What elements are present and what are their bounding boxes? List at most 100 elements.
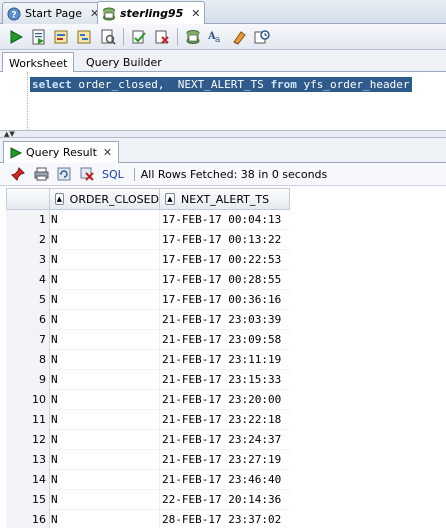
order-closed-cell[interactable]: N (50, 490, 160, 510)
row-number-header (6, 188, 50, 210)
table-row[interactable]: 9 N 21-FEB-17 23:15:33 (6, 370, 290, 390)
run-statement-button[interactable] (6, 27, 26, 47)
next-alert-ts-cell[interactable]: 21-FEB-17 23:22:18 (160, 410, 290, 430)
next-alert-ts-cell[interactable]: 21-FEB-17 23:20:00 (160, 390, 290, 410)
close-icon[interactable]: ✕ (103, 146, 112, 159)
row-number-cell[interactable]: 12 (6, 430, 50, 450)
sort-icon[interactable]: ▲ (55, 193, 64, 205)
table-row[interactable]: 3 N 17-FEB-17 00:22:53 (6, 250, 290, 270)
table-row[interactable]: 4 N 17-FEB-17 00:28:55 (6, 270, 290, 290)
row-number-cell[interactable]: 13 (6, 450, 50, 470)
next-alert-ts-cell[interactable]: 21-FEB-17 23:24:37 (160, 430, 290, 450)
next-alert-ts-cell[interactable]: 17-FEB-17 00:36:16 (160, 290, 290, 310)
refresh-icon[interactable] (54, 164, 74, 184)
tab-worksheet[interactable]: Worksheet (2, 52, 75, 73)
tab-query-builder[interactable]: Query Builder (80, 52, 168, 72)
row-number-cell[interactable]: 4 (6, 270, 50, 290)
order-closed-cell[interactable]: N (50, 370, 160, 390)
table-row[interactable]: 12 N 21-FEB-17 23:24:37 (6, 430, 290, 450)
print-icon[interactable] (31, 164, 51, 184)
view-sql-button[interactable]: SQL (102, 168, 124, 181)
order-closed-cell[interactable]: N (50, 270, 160, 290)
column-header-next-alert-ts[interactable]: ▲ NEXT_ALERT_TS (160, 188, 290, 210)
table-row[interactable]: 15 N 22-FEB-17 20:14:36 (6, 490, 290, 510)
selected-sql-text[interactable]: select order_closed, NEXT_ALERT_TS from … (30, 77, 412, 92)
row-number-cell[interactable]: 15 (6, 490, 50, 510)
commit-button[interactable] (129, 27, 149, 47)
sql-tuning-button[interactable] (98, 27, 118, 47)
cancel-fetch-icon[interactable] (77, 164, 97, 184)
autotrace-button[interactable] (52, 27, 72, 47)
table-row[interactable]: 13 N 21-FEB-17 23:27:19 (6, 450, 290, 470)
order-closed-cell[interactable]: N (50, 430, 160, 450)
next-alert-ts-cell[interactable]: 21-FEB-17 23:11:19 (160, 350, 290, 370)
result-grid: ▲ ORDER_CLOSED ▲ NEXT_ALERT_TS 1 N 17-FEB-… (6, 188, 290, 528)
row-number-cell[interactable]: 6 (6, 310, 50, 330)
table-row[interactable]: 14 N 21-FEB-17 23:46:40 (6, 470, 290, 490)
order-closed-cell[interactable]: N (50, 290, 160, 310)
run-script-button[interactable] (29, 27, 49, 47)
unshared-sql-worksheet-button[interactable] (183, 27, 203, 47)
to-upper-lower-button[interactable]: Aa (206, 27, 226, 47)
order-closed-cell[interactable]: N (50, 310, 160, 330)
column-header-order-closed[interactable]: ▲ ORDER_CLOSED (50, 188, 160, 210)
order-closed-cell[interactable]: N (50, 250, 160, 270)
tab-query-result[interactable]: Query Result ✕ (3, 141, 120, 163)
order-closed-cell[interactable]: N (50, 510, 160, 528)
order-closed-cell[interactable]: N (50, 330, 160, 350)
rollback-button[interactable] (152, 27, 172, 47)
row-number-cell[interactable]: 7 (6, 330, 50, 350)
grid-body: 1 N 17-FEB-17 00:04:13 2 N 17-FEB-17 00:13:22… (6, 210, 290, 528)
order-closed-cell[interactable]: N (50, 410, 160, 430)
next-alert-ts-cell[interactable]: 21-FEB-17 23:03:39 (160, 310, 290, 330)
close-icon[interactable]: ✕ (191, 7, 200, 20)
order-closed-cell[interactable]: N (50, 230, 160, 250)
tab-start-page[interactable]: ? Start Page ✕ (2, 2, 105, 24)
table-row[interactable]: 16 N 28-FEB-17 23:37:02 (6, 510, 290, 528)
sort-icon[interactable]: ▲ (165, 193, 175, 205)
row-number-cell[interactable]: 14 (6, 470, 50, 490)
sql-editor[interactable]: select order_closed, NEXT_ALERT_TS from … (0, 72, 446, 130)
next-alert-ts-cell[interactable]: 21-FEB-17 23:27:19 (160, 450, 290, 470)
row-number-cell[interactable]: 2 (6, 230, 50, 250)
row-number-cell[interactable]: 10 (6, 390, 50, 410)
next-alert-ts-cell[interactable]: 21-FEB-17 23:09:58 (160, 330, 290, 350)
row-number-cell[interactable]: 8 (6, 350, 50, 370)
next-alert-ts-cell[interactable]: 17-FEB-17 00:28:55 (160, 270, 290, 290)
table-row[interactable]: 10 N 21-FEB-17 23:20:00 (6, 390, 290, 410)
order-closed-cell[interactable]: N (50, 390, 160, 410)
next-alert-ts-cell[interactable]: 28-FEB-17 23:37:02 (160, 510, 290, 528)
table-row[interactable]: 7 N 21-FEB-17 23:09:58 (6, 330, 290, 350)
order-closed-cell[interactable]: N (50, 210, 160, 230)
table-row[interactable]: 11 N 21-FEB-17 23:22:18 (6, 410, 290, 430)
row-number-cell[interactable]: 16 (6, 510, 50, 528)
sql-history-button[interactable] (252, 27, 272, 47)
splitter-arrows-icon[interactable]: ▲▼ (4, 131, 15, 138)
next-alert-ts-cell[interactable]: 21-FEB-17 23:46:40 (160, 470, 290, 490)
next-alert-ts-cell[interactable]: 21-FEB-17 23:15:33 (160, 370, 290, 390)
next-alert-ts-cell[interactable]: 17-FEB-17 00:04:13 (160, 210, 290, 230)
row-number-cell[interactable]: 11 (6, 410, 50, 430)
row-number-cell[interactable]: 9 (6, 370, 50, 390)
table-row[interactable]: 5 N 17-FEB-17 00:36:16 (6, 290, 290, 310)
row-number-cell[interactable]: 5 (6, 290, 50, 310)
table-row[interactable]: 1 N 17-FEB-17 00:04:13 (6, 210, 290, 230)
table-row[interactable]: 2 N 17-FEB-17 00:13:22 (6, 230, 290, 250)
tab-sterling95[interactable]: sterling95 ✕ (97, 1, 206, 25)
editor-result-splitter[interactable]: ▲▼ (0, 130, 446, 138)
next-alert-ts-cell[interactable]: 17-FEB-17 00:22:53 (160, 250, 290, 270)
order-closed-cell[interactable]: N (50, 350, 160, 370)
table-row[interactable]: 6 N 21-FEB-17 23:03:39 (6, 310, 290, 330)
tab-label: Query Result (26, 146, 97, 159)
order-closed-cell[interactable]: N (50, 450, 160, 470)
next-alert-ts-cell[interactable]: 22-FEB-17 20:14:36 (160, 490, 290, 510)
pin-icon[interactable] (8, 164, 28, 184)
row-number-cell[interactable]: 3 (6, 250, 50, 270)
row-number-cell[interactable]: 1 (6, 210, 50, 230)
order-closed-cell[interactable]: N (50, 470, 160, 490)
next-alert-ts-cell[interactable]: 17-FEB-17 00:13:22 (160, 230, 290, 250)
explain-plan-button[interactable] (75, 27, 95, 47)
sql-developer-window: ? Start Page ✕ sterling95 ✕ A a Workshee… (0, 0, 446, 528)
clear-button[interactable] (229, 27, 249, 47)
table-row[interactable]: 8 N 21-FEB-17 23:11:19 (6, 350, 290, 370)
